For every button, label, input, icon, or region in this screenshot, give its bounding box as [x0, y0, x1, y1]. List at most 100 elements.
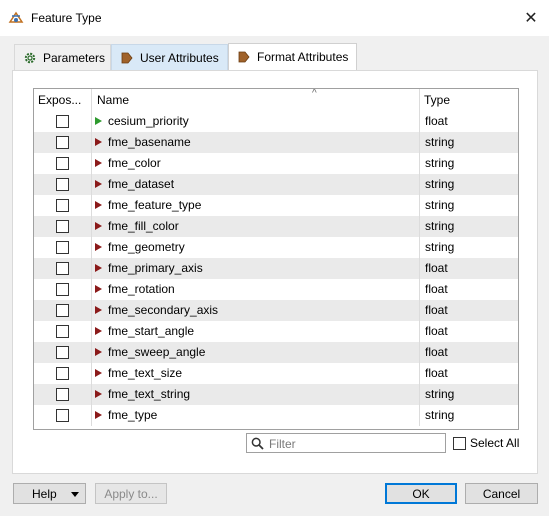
- attribute-name-cell: fme_color: [92, 153, 420, 174]
- attribute-tag-icon: [121, 52, 133, 63]
- select-all-checkbox[interactable]: [453, 437, 466, 450]
- cancel-button[interactable]: Cancel: [465, 483, 538, 504]
- attribute-name: fme_secondary_axis: [108, 303, 219, 317]
- attribute-name-cell: fme_secondary_axis: [92, 300, 420, 321]
- table-row[interactable]: fme_geometry string: [34, 237, 518, 258]
- table-row[interactable]: fme_primary_axis float: [34, 258, 518, 279]
- expose-checkbox[interactable]: [56, 409, 69, 422]
- tab-format-attributes-label: Format Attributes: [257, 50, 349, 64]
- attribute-name-cell: cesium_priority: [92, 111, 420, 132]
- ok-button[interactable]: OK: [385, 483, 457, 504]
- table-row[interactable]: cesium_priority float: [34, 111, 518, 132]
- attribute-type: float: [425, 303, 448, 317]
- expose-cell: [34, 153, 92, 174]
- title-bar: Feature Type ✕: [0, 0, 549, 36]
- expose-cell: [34, 111, 92, 132]
- tab-user-attributes[interactable]: User Attributes: [111, 44, 228, 70]
- expose-cell: [34, 132, 92, 153]
- table-row[interactable]: fme_secondary_axis float: [34, 300, 518, 321]
- attribute-name-cell: fme_start_angle: [92, 321, 420, 342]
- attribute-type: float: [425, 324, 448, 338]
- close-button[interactable]: ✕: [513, 0, 549, 36]
- apply-to-button[interactable]: Apply to...: [95, 483, 167, 504]
- red-arrow-icon: [95, 243, 102, 251]
- attribute-type: string: [425, 177, 455, 191]
- tab-parameters[interactable]: Parameters: [14, 44, 111, 70]
- filter-placeholder: Filter: [269, 437, 296, 451]
- table-row[interactable]: fme_sweep_angle float: [34, 342, 518, 363]
- feature-type-icon: [8, 11, 24, 23]
- table-row[interactable]: fme_dataset string: [34, 174, 518, 195]
- column-header-name[interactable]: Name ^: [92, 89, 420, 111]
- expose-checkbox[interactable]: [56, 220, 69, 233]
- expose-checkbox[interactable]: [56, 178, 69, 191]
- expose-checkbox[interactable]: [56, 199, 69, 212]
- table-row[interactable]: fme_fill_color string: [34, 216, 518, 237]
- attribute-type: string: [425, 387, 455, 401]
- table-row[interactable]: fme_feature_type string: [34, 195, 518, 216]
- expose-checkbox[interactable]: [56, 367, 69, 380]
- attribute-type: float: [425, 282, 448, 296]
- attribute-type: float: [425, 114, 448, 128]
- attribute-type: float: [425, 366, 448, 380]
- attribute-type: string: [425, 135, 455, 149]
- window-title: Feature Type: [31, 11, 102, 25]
- expose-cell: [34, 174, 92, 195]
- tab-format-attributes[interactable]: Format Attributes: [228, 43, 357, 70]
- expose-checkbox[interactable]: [56, 388, 69, 401]
- expose-checkbox[interactable]: [56, 115, 69, 128]
- table-row[interactable]: fme_text_size float: [34, 363, 518, 384]
- attribute-type: string: [425, 240, 455, 254]
- attribute-name: fme_dataset: [108, 177, 175, 191]
- expose-checkbox[interactable]: [56, 283, 69, 296]
- table-header: Expos... Name ^ Type: [34, 89, 518, 111]
- red-arrow-icon: [95, 285, 102, 293]
- red-arrow-icon: [95, 222, 102, 230]
- attributes-table: Expos... Name ^ Type cesium_priorityfloa…: [33, 88, 519, 430]
- help-button[interactable]: Help: [13, 483, 86, 504]
- expose-checkbox[interactable]: [56, 157, 69, 170]
- help-button-label: Help: [32, 486, 57, 501]
- expose-cell: [34, 195, 92, 216]
- expose-cell: [34, 258, 92, 279]
- column-header-expose[interactable]: Expos...: [34, 89, 92, 111]
- attribute-name: fme_rotation: [108, 282, 175, 296]
- sort-ascending-icon: ^: [312, 88, 317, 99]
- table-row[interactable]: fme_text_string string: [34, 384, 518, 405]
- red-arrow-icon: [95, 411, 102, 419]
- attribute-type: float: [425, 345, 448, 359]
- attribute-name: fme_text_string: [108, 387, 191, 401]
- attribute-name-cell: fme_fill_color: [92, 216, 420, 237]
- table-row[interactable]: fme_start_angle float: [34, 321, 518, 342]
- search-icon: [251, 437, 264, 450]
- expose-checkbox[interactable]: [56, 262, 69, 275]
- red-arrow-icon: [95, 138, 102, 146]
- red-arrow-icon: [95, 201, 102, 209]
- expose-checkbox[interactable]: [56, 304, 69, 317]
- table-row[interactable]: fme_basename string: [34, 132, 518, 153]
- red-arrow-icon: [95, 348, 102, 356]
- expose-cell: [34, 342, 92, 363]
- table-row[interactable]: fme_rotation float: [34, 279, 518, 300]
- attribute-name-cell: fme_geometry: [92, 237, 420, 258]
- expose-cell: [34, 384, 92, 405]
- expose-checkbox[interactable]: [56, 241, 69, 254]
- table-row[interactable]: fme_type string: [34, 405, 518, 426]
- attribute-name: fme_text_size: [108, 366, 183, 380]
- table-row[interactable]: fme_color string: [34, 153, 518, 174]
- format-attributes-panel: Expos... Name ^ Type cesium_priorityfloa…: [12, 70, 538, 474]
- filter-field[interactable]: Filter: [246, 433, 446, 453]
- expose-checkbox[interactable]: [56, 346, 69, 359]
- attribute-name-cell: fme_text_string: [92, 384, 420, 405]
- expose-checkbox[interactable]: [56, 325, 69, 338]
- attribute-name-cell: fme_type: [92, 405, 420, 426]
- select-all-label: Select All: [470, 436, 520, 450]
- attribute-tag-icon: [238, 51, 250, 63]
- attribute-type: string: [425, 156, 455, 170]
- column-header-type[interactable]: Type: [420, 89, 518, 111]
- expose-checkbox[interactable]: [56, 136, 69, 149]
- tab-user-attributes-label: User Attributes: [140, 50, 219, 65]
- attribute-name-cell: fme_rotation: [92, 279, 420, 300]
- close-icon: ✕: [524, 10, 538, 27]
- attribute-name-cell: fme_primary_axis: [92, 258, 420, 279]
